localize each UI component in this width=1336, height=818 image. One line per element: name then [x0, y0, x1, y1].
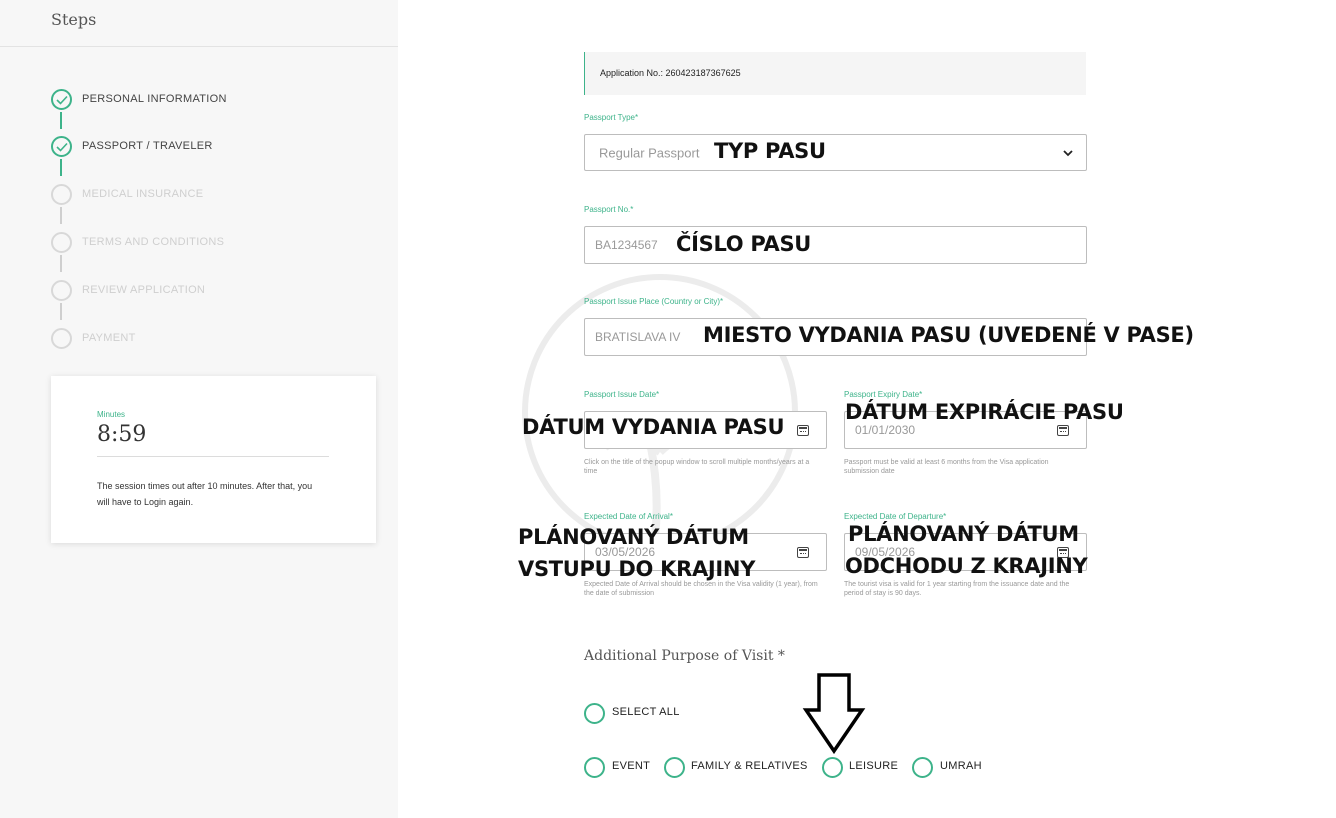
umrah-radio[interactable] [912, 757, 933, 778]
passport-type-label: Passport Type* [584, 113, 639, 122]
calendar-icon[interactable] [1057, 425, 1069, 436]
step-personal-information[interactable]: PERSONAL INFORMATION [82, 93, 227, 105]
departure-date-label: Expected Date of Departure* [844, 512, 947, 521]
step-payment[interactable]: PAYMENT [82, 332, 136, 344]
step-6-circle-icon [51, 328, 72, 349]
step-passport-traveler[interactable]: PASSPORT / TRAVELER [82, 140, 213, 152]
step-medical-insurance[interactable]: MEDICAL INSURANCE [82, 188, 203, 200]
annotation-passport-type: TYP PASU [714, 139, 826, 163]
arrival-date-hint: Expected Date of Arrival should be chose… [584, 581, 818, 597]
event-label: EVENT [612, 760, 651, 772]
passport-no-input[interactable]: BA1234567 [584, 226, 1087, 264]
divider [97, 456, 329, 457]
annotation-issue-place: MIESTO VYDANIA PASU (UVEDENÉ V PASE) [703, 323, 1194, 347]
application-number: Application No.: 260423187367625 [600, 68, 741, 78]
session-timeout-note: The session times out after 10 minutes. … [97, 481, 313, 507]
family-relatives-label: FAMILY & RELATIVES [691, 760, 808, 772]
step-connector [60, 112, 62, 129]
event-radio[interactable] [584, 757, 605, 778]
step-terms-and-conditions[interactable]: TERMS AND CONDITIONS [82, 236, 224, 248]
leisure-radio[interactable] [822, 757, 843, 778]
arrival-date-label: Expected Date of Arrival* [584, 512, 673, 521]
expiry-date-label: Passport Expiry Date* [844, 390, 923, 399]
session-timer-card: Minutes 8:59 The session times out after… [51, 376, 376, 543]
departure-date-hint: The tourist visa is valid for 1 year sta… [844, 581, 1070, 597]
select-all-radio[interactable] [584, 703, 605, 724]
application-number-banner: Application No.: 260423187367625 [584, 52, 1086, 95]
family-relatives-radio[interactable] [664, 757, 685, 778]
annotation-arrival-date-line1: PLÁNOVANÝ DÁTUM [518, 525, 749, 549]
passport-no-value: BA1234567 [595, 238, 658, 252]
annotation-departure-date-line1: PLÁNOVANÝ DÁTUM [848, 522, 1079, 546]
step-review-application[interactable]: REVIEW APPLICATION [82, 284, 205, 296]
divider [0, 46, 398, 47]
step-2-check-icon [51, 136, 72, 157]
step-connector [60, 255, 62, 272]
annotation-passport-no: ČÍSLO PASU [676, 232, 812, 256]
passport-type-select[interactable]: Regular Passport [584, 134, 1087, 171]
chevron-down-icon [1063, 150, 1073, 157]
passport-type-value: Regular Passport [599, 145, 700, 160]
calendar-icon[interactable] [797, 547, 809, 558]
select-all-label: SELECT ALL [612, 706, 680, 718]
steps-sidebar: Steps PERSONAL INFORMATION PASSPORT / TR… [0, 0, 398, 818]
annotation-arrival-date-line2: VSTUPU DO KRAJINY [518, 557, 756, 581]
step-3-circle-icon [51, 184, 72, 205]
passport-no-label: Passport No.* [584, 205, 634, 214]
purpose-of-visit-title: Additional Purpose of Visit * [584, 648, 785, 664]
annotation-expiry-date: DÁTUM EXPIRÁCIE PASU [845, 400, 1124, 424]
step-5-circle-icon [51, 280, 72, 301]
annotation-departure-date-line2: ODCHODU Z KRAJINY [845, 554, 1088, 578]
arrow-down-icon [802, 673, 866, 754]
timer-label: Minutes [97, 410, 126, 419]
leisure-label: LEISURE [849, 760, 899, 772]
step-connector [60, 159, 62, 176]
timer-value: 8:59 [97, 422, 147, 447]
step-connector [60, 303, 62, 320]
step-1-check-icon [51, 89, 72, 110]
umrah-label: UMRAH [940, 760, 982, 772]
calendar-icon[interactable] [797, 425, 809, 436]
step-connector [60, 207, 62, 224]
expiry-date-value: 01/01/2030 [855, 423, 916, 437]
issue-place-label: Passport Issue Place (Country or City)* [584, 297, 724, 306]
expiry-date-hint: Passport must be valid at least 6 months… [844, 459, 1049, 475]
steps-title: Steps [51, 10, 97, 29]
annotation-issue-date: DÁTUM VYDANIA PASU [522, 415, 785, 439]
step-4-circle-icon [51, 232, 72, 253]
issue-place-value: BRATISLAVA IV [595, 330, 681, 344]
issue-date-hint: Click on the title of the popup window t… [584, 459, 810, 475]
issue-date-label: Passport Issue Date* [584, 390, 660, 399]
